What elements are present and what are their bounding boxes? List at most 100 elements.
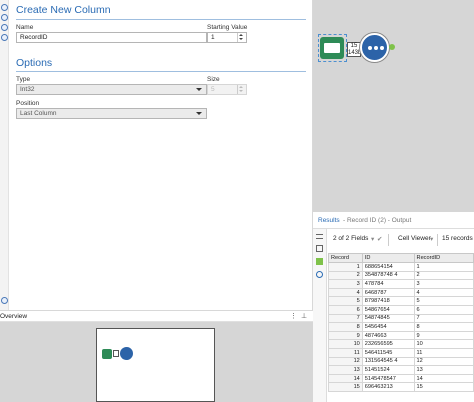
record-cell[interactable]: 2 xyxy=(328,270,363,281)
id-cell[interactable]: 688654154 xyxy=(361,262,415,272)
table-row[interactable]: 11 546411545 11 xyxy=(328,347,474,358)
recordid-cell[interactable]: 4 xyxy=(413,287,474,298)
recordid-cell[interactable]: 15 xyxy=(413,382,474,392)
table-row[interactable]: 10 232656595 10 xyxy=(328,339,474,349)
binoculars-icon[interactable] xyxy=(360,33,389,62)
id-cell[interactable]: 131564545 4 xyxy=(361,356,415,367)
starting-value-input[interactable]: 1 xyxy=(207,32,247,43)
type-label: Type xyxy=(16,76,31,83)
id-cell[interactable]: 354878748 4 xyxy=(361,270,415,281)
id-cell[interactable]: 478784 xyxy=(361,279,415,289)
col-record[interactable]: Record xyxy=(328,253,363,263)
workflow-canvas[interactable] xyxy=(313,0,474,212)
table-row[interactable]: 14 5145478547 14 xyxy=(328,373,474,384)
recordid-cell[interactable]: 6 xyxy=(413,304,474,315)
results-subtitle: - Record ID (2) - Output xyxy=(343,217,412,224)
recordid-cell[interactable]: 1 xyxy=(413,262,474,272)
id-cell[interactable]: 546411545 xyxy=(361,347,415,358)
record-cell[interactable]: 10 xyxy=(328,339,363,349)
list-icon[interactable] xyxy=(316,234,323,239)
id-cell[interactable]: 51451524 xyxy=(361,365,415,375)
record-cell[interactable]: 5 xyxy=(328,296,363,306)
table-row[interactable]: 8 5456454 8 xyxy=(328,322,474,332)
records-count: 15 records xyxy=(442,235,473,242)
record-cell[interactable]: 6 xyxy=(328,304,363,315)
table-row[interactable]: 2 354878748 42 xyxy=(328,270,474,281)
id-cell[interactable]: 6468787 xyxy=(361,287,415,298)
chevron-down-icon[interactable]: ▾ xyxy=(430,235,433,243)
size-value: 5 xyxy=(211,86,215,93)
recordid-cell[interactable]: 7 xyxy=(413,313,474,324)
record-cell[interactable]: 3 xyxy=(328,279,363,289)
id-cell[interactable]: 5456454 xyxy=(361,322,415,332)
record-cell[interactable]: 13 xyxy=(328,365,363,375)
record-cell[interactable]: 1 xyxy=(328,262,363,272)
id-cell[interactable]: 4874663 xyxy=(361,330,415,341)
position-select[interactable]: Last Column xyxy=(16,108,207,119)
record-cell[interactable]: 14 xyxy=(328,373,363,384)
record-cell[interactable]: 12 xyxy=(328,356,363,367)
recordid-cell[interactable]: 13 xyxy=(413,365,474,375)
fields-dropdown[interactable]: 2 of 2 Fields xyxy=(333,235,368,242)
recordid-cell[interactable]: 2 xyxy=(413,270,474,281)
id-cell[interactable]: 54867654 xyxy=(361,304,415,315)
grid-icon[interactable] xyxy=(316,245,323,252)
check-icon[interactable]: ✔ xyxy=(377,235,382,243)
recordid-cell[interactable]: 9 xyxy=(413,330,474,341)
book-icon[interactable] xyxy=(320,37,344,59)
id-cell[interactable]: 232656595 xyxy=(361,339,415,349)
table-row[interactable]: 3 478784 3 xyxy=(328,279,474,289)
stepper-down-icon[interactable] xyxy=(239,38,243,40)
id-cell[interactable]: 696463213 xyxy=(361,382,415,392)
chevron-down-icon[interactable]: ▾ xyxy=(371,235,374,243)
table-row[interactable]: 7 54874845 7 xyxy=(328,313,474,324)
table-header-row: Record ID RecordID xyxy=(328,253,474,263)
overview-viewport[interactable] xyxy=(96,328,215,402)
stepper-up-icon[interactable] xyxy=(239,34,243,36)
table-row[interactable]: 4 6468787 4 xyxy=(328,287,474,298)
table-row[interactable]: 12 131564545 4 12 xyxy=(328,356,474,367)
record-cell[interactable]: 4 xyxy=(328,287,363,298)
recordid-cell[interactable]: 8 xyxy=(413,322,474,332)
config-icon[interactable] xyxy=(1,4,8,11)
table-row[interactable]: 6 54867654 6 xyxy=(328,304,474,315)
recordid-cell[interactable]: 5 xyxy=(413,296,474,306)
pin-icon[interactable]: ⊥ xyxy=(301,312,307,320)
record-cell[interactable]: 9 xyxy=(328,330,363,341)
annotation-icon[interactable] xyxy=(1,24,8,31)
more-icon[interactable]: ⋮ xyxy=(290,312,297,320)
recordid-cell[interactable]: 14 xyxy=(413,373,474,384)
record-cell[interactable]: 8 xyxy=(328,322,363,332)
output-anchor[interactable] xyxy=(389,44,395,50)
recordid-cell[interactable]: 12 xyxy=(413,356,474,367)
id-cell[interactable]: 54874845 xyxy=(361,313,415,324)
type-select[interactable]: Int32 xyxy=(16,84,207,95)
recordid-cell[interactable]: 10 xyxy=(413,339,474,349)
id-cell[interactable]: 5145478547 xyxy=(361,373,415,384)
record-cell[interactable]: 15 xyxy=(328,382,363,392)
col-id[interactable]: ID xyxy=(361,253,415,263)
recordid-cell[interactable]: 3 xyxy=(413,279,474,289)
table-row[interactable]: 13 51451524 13 xyxy=(328,365,474,375)
table-row[interactable]: 15 696463213 15 xyxy=(328,382,474,392)
table-row[interactable]: 9 4874663 9 xyxy=(328,330,474,341)
info-icon[interactable] xyxy=(1,297,8,304)
starting-value-stepper[interactable] xyxy=(237,33,246,42)
col-recordid[interactable]: RecordID xyxy=(413,253,474,263)
stepper-down-icon xyxy=(239,90,243,92)
record-count-badge: 15 143b xyxy=(347,42,361,57)
recordid-cell[interactable]: 11 xyxy=(413,347,474,358)
record-cell[interactable]: 7 xyxy=(328,313,363,324)
record-cell[interactable]: 11 xyxy=(328,347,363,358)
help-icon[interactable] xyxy=(316,271,323,278)
table-row[interactable]: 1 688654154 1 xyxy=(328,262,474,272)
divider xyxy=(16,19,306,20)
name-input[interactable]: RecordID xyxy=(16,32,207,43)
cell-viewer-dropdown[interactable]: Cell Viewer xyxy=(398,235,431,242)
id-cell[interactable]: 87987418 xyxy=(361,296,415,306)
overview-header: Overview ⋮ ⊥ xyxy=(0,310,313,322)
properties-icon[interactable] xyxy=(1,14,8,21)
table-row[interactable]: 5 87987418 5 xyxy=(328,296,474,306)
help-icon[interactable] xyxy=(1,34,8,41)
data-view-icon[interactable] xyxy=(316,258,323,265)
